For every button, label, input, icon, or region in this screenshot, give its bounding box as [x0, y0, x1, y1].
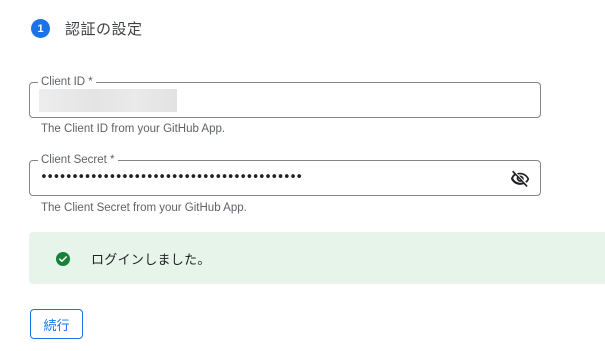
- client-id-redacted-value: [39, 89, 177, 112]
- step-number-badge: 1: [31, 19, 50, 38]
- client-id-label: Client ID *: [38, 75, 96, 89]
- login-success-banner: ログインしました。: [29, 232, 605, 284]
- check-circle-icon: [56, 251, 70, 266]
- client-id-helper-text: The Client ID from your GitHub App.: [41, 123, 226, 135]
- step-header: 1 認証の設定: [31, 18, 143, 39]
- client-secret-masked-value: ••••••••••••••••••••••••••••••••••••••••…: [40, 170, 303, 185]
- client-secret-field[interactable]: Client Secret * ••••••••••••••••••••••••…: [29, 153, 541, 196]
- success-message: ログインしました。: [91, 252, 211, 268]
- client-secret-label: Client Secret *: [38, 153, 118, 167]
- step-title: 認証の設定: [65, 20, 143, 38]
- client-secret-helper-text: The Client Secret from your GitHub App.: [41, 202, 247, 214]
- eye-off-icon[interactable]: [510, 169, 530, 189]
- auth-settings-panel: 1 認証の設定 Client ID * The Client ID from y…: [0, 0, 605, 351]
- continue-button[interactable]: 続行: [30, 309, 83, 339]
- client-id-field[interactable]: Client ID *: [29, 75, 541, 118]
